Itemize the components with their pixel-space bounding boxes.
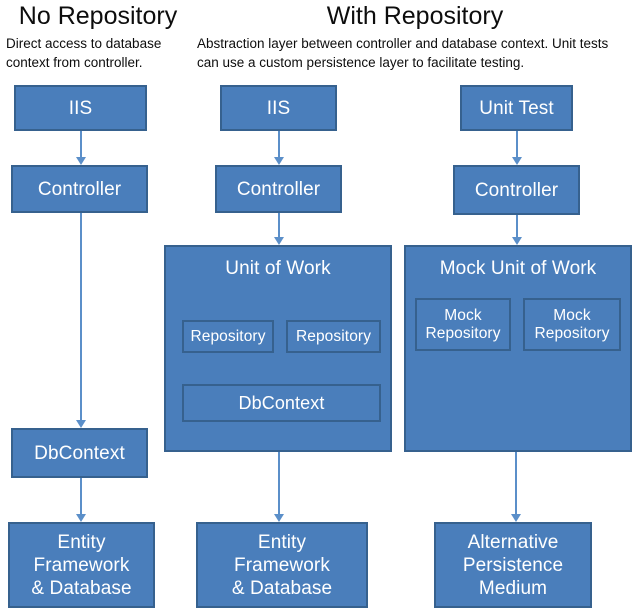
box-c3-mock-unit-of-work[interactable]: Mock Unit of Work Mock Repository Mock R… xyxy=(404,245,632,452)
box-c2-repository-right[interactable]: Repository xyxy=(286,320,381,353)
box-c2-iis[interactable]: IIS xyxy=(220,85,337,131)
box-c2-unit-of-work-label: Unit of Work xyxy=(225,258,331,279)
box-c2-repository-left[interactable]: Repository xyxy=(182,320,274,353)
column-subtitle-no-repository: Direct access to database context from c… xyxy=(6,36,162,70)
box-c3-mock-unit-of-work-label: Mock Unit of Work xyxy=(439,258,597,279)
box-c2-unit-of-work[interactable]: Unit of Work Repository Repository DbCon… xyxy=(164,245,392,452)
box-c2-entity-framework[interactable]: Entity Framework & Database xyxy=(196,522,368,608)
box-c2-dbcontext-label: DbContext xyxy=(238,392,325,413)
box-c1-controller-label: Controller xyxy=(37,178,122,200)
box-c1-entity-framework-label: Entity Framework & Database xyxy=(31,531,132,599)
box-c3-controller[interactable]: Controller xyxy=(453,165,580,215)
box-c3-controller-label: Controller xyxy=(474,179,559,201)
box-c3-mock-repository-left[interactable]: Mock Repository xyxy=(415,298,511,351)
column-subtitle-with-repository: Abstraction layer between controller and… xyxy=(197,36,609,70)
box-c2-repository-right-label: Repository xyxy=(295,327,372,345)
box-c2-repository-left-label: Repository xyxy=(190,327,266,345)
box-c3-alternative-persistence-label: Alternative Persistence Medium xyxy=(462,531,564,599)
box-c3-mock-repository-right-label: Mock Repository xyxy=(534,306,610,342)
diagram-canvas: No Repository Direct access to database … xyxy=(0,0,635,615)
box-c1-entity-framework[interactable]: Entity Framework & Database xyxy=(8,522,155,608)
box-c3-mock-repository-right[interactable]: Mock Repository xyxy=(523,298,621,351)
column-title-no-repository: No Repository xyxy=(18,2,178,30)
box-c1-dbcontext-label: DbContext xyxy=(34,442,125,464)
column-title-with-repository: With Repository xyxy=(326,2,504,30)
box-c1-dbcontext[interactable]: DbContext xyxy=(11,428,148,478)
box-c2-iis-label: IIS xyxy=(266,97,291,119)
box-c2-controller-label: Controller xyxy=(236,178,321,200)
box-c3-unit-test[interactable]: Unit Test xyxy=(460,85,573,131)
box-c2-entity-framework-label: Entity Framework & Database xyxy=(231,531,333,599)
box-c2-dbcontext[interactable]: DbContext xyxy=(182,384,381,422)
box-c3-unit-test-label: Unit Test xyxy=(479,97,554,119)
box-c3-alternative-persistence[interactable]: Alternative Persistence Medium xyxy=(434,522,592,608)
box-c1-controller[interactable]: Controller xyxy=(11,165,148,213)
box-c3-mock-repository-left-label: Mock Repository xyxy=(425,306,501,342)
box-c1-iis-label: IIS xyxy=(68,97,93,119)
box-c1-iis[interactable]: IIS xyxy=(14,85,147,131)
box-c2-controller[interactable]: Controller xyxy=(215,165,342,213)
